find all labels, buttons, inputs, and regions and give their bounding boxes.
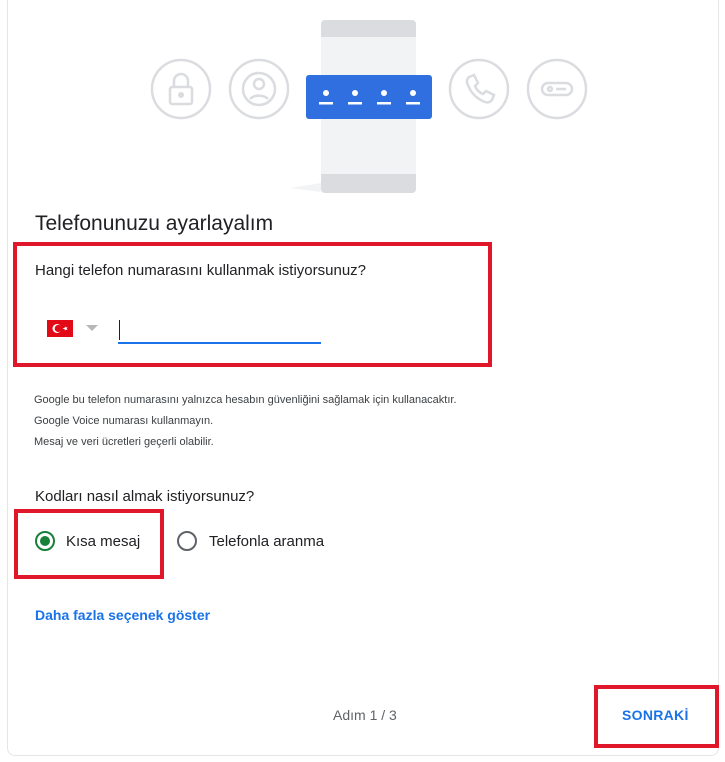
phone-highlight-box: [13, 242, 492, 367]
key-icon: [526, 58, 588, 120]
phone-question: Hangi telefon numarasını kullanmak istiy…: [35, 262, 367, 279]
next-button[interactable]: SONRAKİ: [622, 707, 689, 723]
account-icon: [228, 58, 290, 120]
lock-icon: [150, 58, 212, 120]
info-line: Mesaj ve veri ücretleri geçerli olabilir…: [34, 436, 214, 448]
page-title: Telefonunuzu ayarlayalım: [35, 212, 274, 235]
call-radio-label[interactable]: Telefonla aranma: [209, 533, 324, 550]
phone-call-icon: [448, 58, 510, 120]
phone-info-text: Google bu telefon numarasını yalnızca he…: [34, 390, 457, 453]
delivery-question: Kodları nasıl almak istiyorsunuz?: [35, 488, 255, 505]
sms-radio[interactable]: [35, 531, 55, 551]
country-dropdown-icon[interactable]: [86, 325, 98, 331]
step-indicator: Adım 1 / 3: [333, 707, 397, 723]
phone-number-input[interactable]: [118, 318, 321, 344]
call-radio[interactable]: [177, 531, 197, 551]
info-line: Google Voice numarası kullanmayın.: [34, 415, 214, 427]
text-cursor: [119, 320, 120, 340]
password-dots-icon: [306, 75, 432, 119]
sms-radio-label[interactable]: Kısa mesaj: [66, 533, 140, 550]
turkey-flag-icon[interactable]: [47, 320, 73, 337]
more-options-link[interactable]: Daha fazla seçenek göster: [35, 607, 210, 623]
info-line: Google bu telefon numarasını yalnızca he…: [34, 394, 457, 406]
security-illustration: [150, 20, 588, 193]
